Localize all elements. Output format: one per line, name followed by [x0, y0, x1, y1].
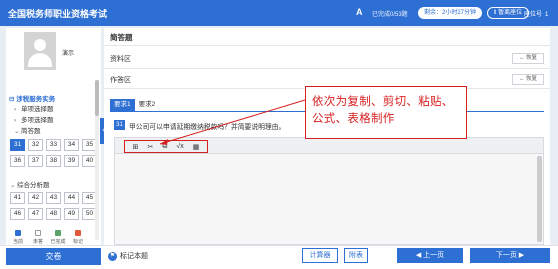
question-number-badge: 31	[114, 120, 125, 130]
question-number-button[interactable]: 39	[64, 155, 79, 167]
editor-scrollbar[interactable]	[537, 156, 542, 242]
question-number-button[interactable]: 47	[28, 208, 43, 220]
status-legend: 当前 未答 已完成 标记	[10, 230, 86, 245]
material-restore-button[interactable]: ↔ 恢复	[512, 53, 544, 64]
question-number-button[interactable]: 33	[46, 139, 61, 151]
category-composite[interactable]: ⌄ 综合分析题	[10, 179, 50, 189]
question-number-button[interactable]: 32	[28, 139, 43, 151]
material-area-label: 资料区	[110, 56, 131, 63]
sidebar-scrollbar[interactable]	[95, 80, 99, 240]
seat-value: 1	[545, 12, 549, 18]
composite-grid: 41 42 43 44 45 46 47 48 49 50	[10, 192, 97, 220]
chevron-right-icon: ›	[14, 117, 17, 124]
category-label: 简答题	[21, 128, 41, 135]
pause-button[interactable]: ‖ 暂离座位	[487, 7, 529, 19]
question-number-button[interactable]: 44	[64, 192, 79, 204]
question-number-button[interactable]: 46	[10, 208, 25, 220]
question-number-button[interactable]: 36	[10, 155, 25, 167]
question-number-button[interactable]: 49	[64, 208, 79, 220]
question-number-button[interactable]: 38	[46, 155, 61, 167]
legend-completed: 已完成	[50, 230, 66, 245]
answer-area-label: 作答区	[110, 77, 131, 84]
question-number-button[interactable]: 48	[46, 208, 61, 220]
category-single-choice[interactable]: › 单项选择题	[14, 103, 54, 113]
question-number-button[interactable]: 31	[10, 139, 25, 151]
chevron-down-icon: ⌄	[10, 182, 16, 189]
sidebar: 演示 ⊟ 涉税服务实务 › 单项选择题 › 多项选择题 ⌄ 简答题 31 32 33 …	[6, 28, 101, 245]
short-answer-grid: 31 32 33 34 35 36 37 38 39 40	[10, 139, 97, 167]
chevron-down-icon: ⌄	[14, 128, 20, 135]
avatar	[24, 32, 56, 70]
answer-editor[interactable]: ⊞ ✂ ⧉ √x ▦	[114, 137, 544, 245]
question-text: 甲公司可以申请延期缴纳税款吗？并简要说明理由。	[129, 124, 286, 131]
tab-requirement-1[interactable]: 要求1	[110, 99, 135, 111]
question-number-button[interactable]: 43	[46, 192, 61, 204]
section-heading: 简答题	[110, 33, 133, 42]
seat-number: 座位号 1	[524, 9, 548, 18]
next-page-button[interactable]: 下一页 ▶	[470, 248, 550, 263]
mark-question-button[interactable]: ⚑ 标记本题	[108, 251, 148, 261]
subject-heading[interactable]: ⊟ 涉税服务实务	[9, 93, 55, 103]
attachment-button[interactable]: 附表	[344, 248, 368, 263]
bottom-bar: 交卷 ⚑ 标记本题 计算器 附表 ◀ 上一页 下一页 ▶	[0, 245, 558, 269]
category-label: 综合分析题	[17, 182, 50, 189]
toolbar-highlight-box: ⊞ ✂ ⧉ √x ▦	[124, 140, 208, 153]
flag-icon: ⚑	[108, 251, 117, 261]
subject-label: 涉税服务实务	[16, 96, 56, 103]
prev-page-button[interactable]: ◀ 上一页	[397, 248, 463, 263]
question-number-button[interactable]: 42	[28, 192, 43, 204]
legend-current: 当前	[10, 230, 26, 245]
top-bar: 全国税务师职业资格考试 A 已完成0/53题 剩余：2小时27分钟 ‖ 暂离座位…	[0, 0, 558, 26]
legend-marked: 标记	[70, 230, 86, 245]
copy-icon[interactable]: ⊞	[133, 143, 139, 151]
annotation-callout: 依次为复制、剪切、粘贴、公式、表格制作	[305, 86, 467, 139]
formula-icon[interactable]: √x	[176, 143, 183, 150]
category-label: 多项选择题	[21, 117, 54, 124]
chevron-right-icon: ›	[14, 106, 17, 113]
calculator-button[interactable]: 计算器	[302, 248, 338, 263]
paste-icon[interactable]: ⧉	[162, 143, 167, 151]
requirement-tabs: 要求1 要求2	[110, 99, 159, 111]
cut-icon[interactable]: ✂	[147, 143, 153, 151]
tab-requirement-2[interactable]: 要求2	[135, 99, 160, 111]
answer-restore-button[interactable]: ↔ 恢复	[512, 74, 544, 85]
seat-label: 座位号	[524, 12, 543, 18]
legend-unanswered: 未答	[30, 230, 46, 245]
question-number-button[interactable]: 41	[10, 192, 25, 204]
category-short-answer[interactable]: ⌄ 简答题	[14, 125, 41, 135]
editor-toolbar: ⊞ ✂ ⧉ √x ▦	[115, 138, 543, 154]
question-number-button[interactable]: 34	[64, 139, 79, 151]
progress-count: 已完成0/53题	[372, 12, 408, 18]
category-multi-choice[interactable]: › 多项选择题	[14, 114, 54, 124]
table-icon[interactable]: ▦	[193, 143, 200, 151]
timer-badge: 剩余：2小时27分钟	[418, 7, 482, 19]
candidate-name: 演示	[62, 51, 75, 57]
font-size-icon[interactable]: A	[356, 7, 363, 17]
question-number-button[interactable]: 37	[28, 155, 43, 167]
exam-title: 全国税务师职业资格考试	[8, 9, 108, 19]
category-label: 单项选择题	[21, 106, 54, 113]
submit-exam-button[interactable]: 交卷	[6, 248, 101, 265]
mark-label: 标记本题	[120, 253, 148, 260]
